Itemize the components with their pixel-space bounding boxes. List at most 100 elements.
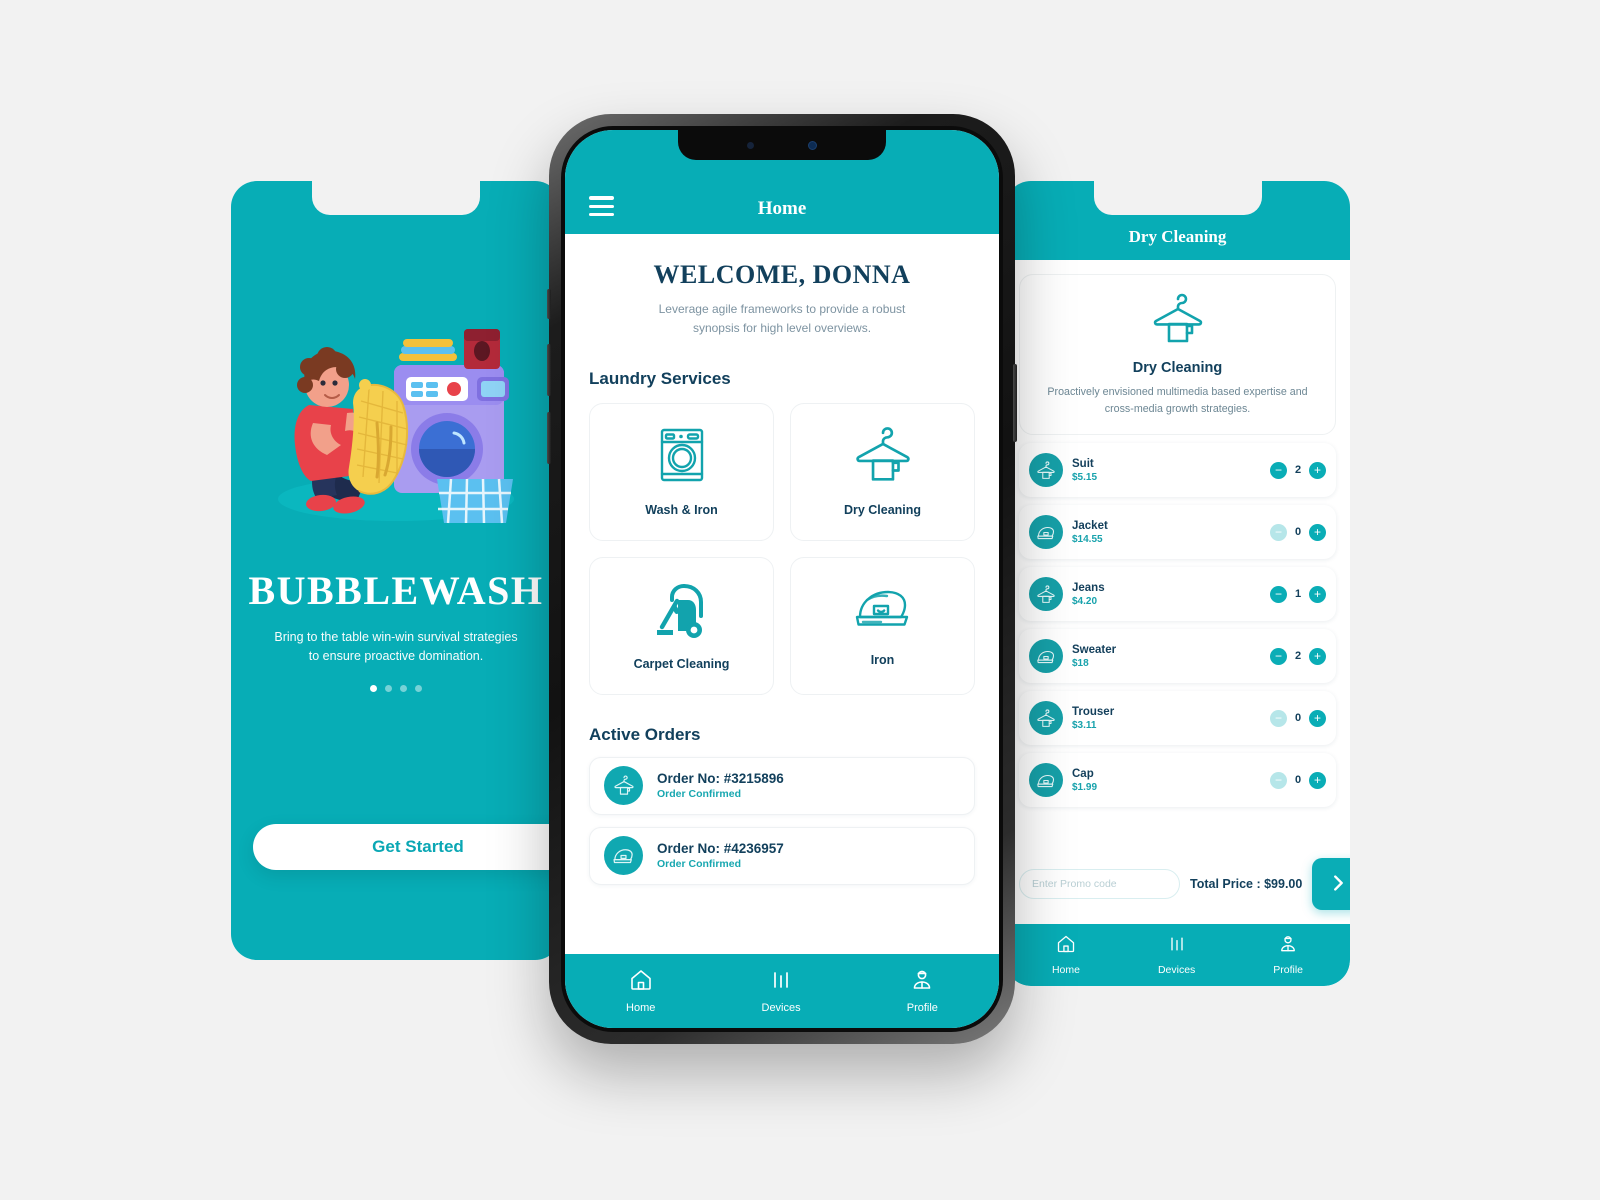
clothes-iron-icon — [1029, 763, 1063, 798]
service-card-wash-and-iron[interactable]: Wash & Iron — [589, 402, 774, 541]
item-name: Suit — [1072, 458, 1094, 471]
quantity-stepper[interactable]: − 0 + — [1270, 771, 1326, 789]
welcome-subtitle: Leverage agile frameworks to provide a r… — [658, 302, 906, 336]
service-card-iron[interactable]: Iron — [790, 556, 975, 695]
item-name: Trouser — [1072, 706, 1115, 719]
hanger-shirt-icon — [604, 766, 643, 806]
profile-person-icon — [910, 968, 934, 997]
phone-mockup: Home WELCOME, DONNA Leverage agile frame… — [547, 114, 1017, 1044]
list-item[interactable]: Jeans $4.20 − 1 + — [1019, 567, 1336, 622]
list-item[interactable]: Trouser $3.11 − 0 + — [1019, 691, 1336, 746]
quantity-stepper[interactable]: − 2 + — [1270, 461, 1326, 479]
hero-description: Proactively envisioned multimedia based … — [1047, 386, 1308, 416]
service-label: Wash & Iron — [645, 503, 718, 518]
item-name: Jacket — [1072, 520, 1108, 533]
service-label: Carpet Cleaning — [633, 657, 730, 672]
decrement-button[interactable]: − — [1270, 647, 1287, 665]
pagination-dots[interactable] — [370, 684, 422, 692]
quantity-stepper[interactable]: − 0 + — [1270, 523, 1326, 541]
get-started-button[interactable]: Get Started — [253, 824, 561, 870]
quantity-value: 2 — [1294, 464, 1302, 477]
devices-bars-icon — [1167, 934, 1187, 959]
bottom-navigation: Home Devices Profile — [565, 954, 999, 1028]
nav-label: Profile — [906, 1002, 938, 1014]
vacuum-cleaner-icon — [654, 580, 710, 643]
nav-item-profile[interactable]: Profile — [1273, 934, 1303, 976]
pagination-dot[interactable] — [415, 684, 422, 692]
quantity-value: 2 — [1294, 650, 1302, 663]
item-price: $14.55 — [1072, 534, 1103, 546]
decrement-button[interactable]: − — [1270, 585, 1287, 603]
item-price: $1.99 — [1072, 782, 1098, 794]
list-item[interactable]: Jacket $14.55 − 0 + — [1019, 505, 1336, 560]
pagination-dot[interactable] — [385, 684, 392, 692]
order-card[interactable]: Order No: #3215896 Order Confirmed — [589, 756, 975, 815]
dry-cleaning-title: Dry Cleaning — [1128, 227, 1227, 246]
item-price: $18 — [1072, 658, 1089, 670]
promo-code-input[interactable] — [1019, 869, 1180, 899]
increment-button[interactable]: + — [1309, 585, 1326, 603]
decrement-button[interactable]: − — [1270, 709, 1287, 727]
laundry-services-heading: Laundry Services — [589, 368, 731, 388]
home-screen: Home WELCOME, DONNA Leverage agile frame… — [565, 130, 999, 1028]
devices-bars-icon — [769, 968, 793, 997]
washing-machine-icon — [656, 426, 708, 489]
nav-label: Devices — [761, 1002, 801, 1014]
order-card[interactable]: Order No: #4236957 Order Confirmed — [589, 826, 975, 885]
dry-cleaning-hero-card: Dry Cleaning Proactively envisioned mult… — [1019, 274, 1336, 436]
pagination-dot[interactable] — [370, 684, 377, 692]
quantity-stepper[interactable]: − 2 + — [1270, 647, 1326, 665]
increment-button[interactable]: + — [1309, 523, 1326, 541]
service-label: Dry Cleaning — [843, 503, 922, 518]
pagination-dot[interactable] — [400, 684, 407, 692]
chevron-right-icon — [1327, 872, 1349, 897]
woman-with-laundry-illustration — [251, 327, 541, 527]
home-icon — [629, 968, 653, 997]
decrement-button[interactable]: − — [1270, 461, 1287, 479]
nav-item-devices[interactable]: Devices — [762, 968, 801, 1014]
page-title: Home — [757, 198, 807, 219]
service-card-carpet-cleaning[interactable]: Carpet Cleaning — [589, 556, 774, 695]
nav-item-home[interactable]: Home — [626, 968, 655, 1014]
nav-item-home[interactable]: Home — [1052, 934, 1080, 976]
decrement-button[interactable]: − — [1270, 771, 1287, 789]
list-item[interactable]: Cap $1.99 − 0 + — [1019, 753, 1336, 808]
profile-person-icon — [1278, 934, 1298, 959]
quantity-stepper[interactable]: − 0 + — [1270, 709, 1326, 727]
quantity-value: 0 — [1294, 526, 1302, 539]
quantity-stepper[interactable]: − 1 + — [1270, 585, 1326, 603]
phone-volume-down-button — [547, 412, 551, 464]
laundry-services-grid: Wash & Iron Dry Cleaning Carpet Cleaning… — [589, 402, 975, 695]
phone-volume-up-button — [547, 344, 551, 396]
item-name: Sweater — [1072, 644, 1117, 657]
status-badge: Order Confirmed — [657, 858, 742, 871]
phone-notch — [678, 130, 886, 160]
list-item[interactable]: Suit $5.15 − 2 + — [1019, 443, 1336, 498]
hamburger-menu-icon[interactable] — [589, 192, 614, 220]
list-item[interactable]: Sweater $18 − 2 + — [1019, 629, 1336, 684]
nav-item-devices[interactable]: Devices — [1158, 934, 1195, 976]
bottom-navigation: Home Devices Profile — [1005, 924, 1350, 986]
clothes-iron-icon — [852, 584, 914, 639]
increment-button[interactable]: + — [1309, 461, 1326, 479]
hanger-shirt-icon — [852, 426, 914, 489]
increment-button[interactable]: + — [1309, 771, 1326, 789]
service-card-dry-cleaning[interactable]: Dry Cleaning — [790, 402, 975, 541]
nav-item-profile[interactable]: Profile — [907, 968, 938, 1014]
checkout-button[interactable] — [1312, 858, 1350, 910]
decrement-button[interactable]: − — [1270, 523, 1287, 541]
status-badge: Order Confirmed — [657, 788, 742, 801]
clothes-iron-icon — [1029, 515, 1063, 550]
screenshot-stage: BUBBLEWASH Bring to the table win-win su… — [0, 0, 1600, 1200]
notch-cutout — [312, 181, 480, 215]
hanger-shirt-icon — [1029, 453, 1063, 488]
nav-label: Devices — [1157, 964, 1196, 976]
increment-button[interactable]: + — [1309, 709, 1326, 727]
dry-cleaning-screen: Dry Cleaning Dry Cleaning Proactively en… — [1005, 181, 1350, 986]
nav-label: Home — [626, 1002, 656, 1014]
front-camera-icon — [808, 140, 817, 150]
item-price: $3.11 — [1072, 720, 1097, 732]
dry-cleaning-item-list: Suit $5.15 − 2 + Jacket $14.55 − 0 + Jea… — [1019, 443, 1336, 808]
increment-button[interactable]: + — [1309, 647, 1326, 665]
item-price: $5.15 — [1072, 472, 1098, 484]
